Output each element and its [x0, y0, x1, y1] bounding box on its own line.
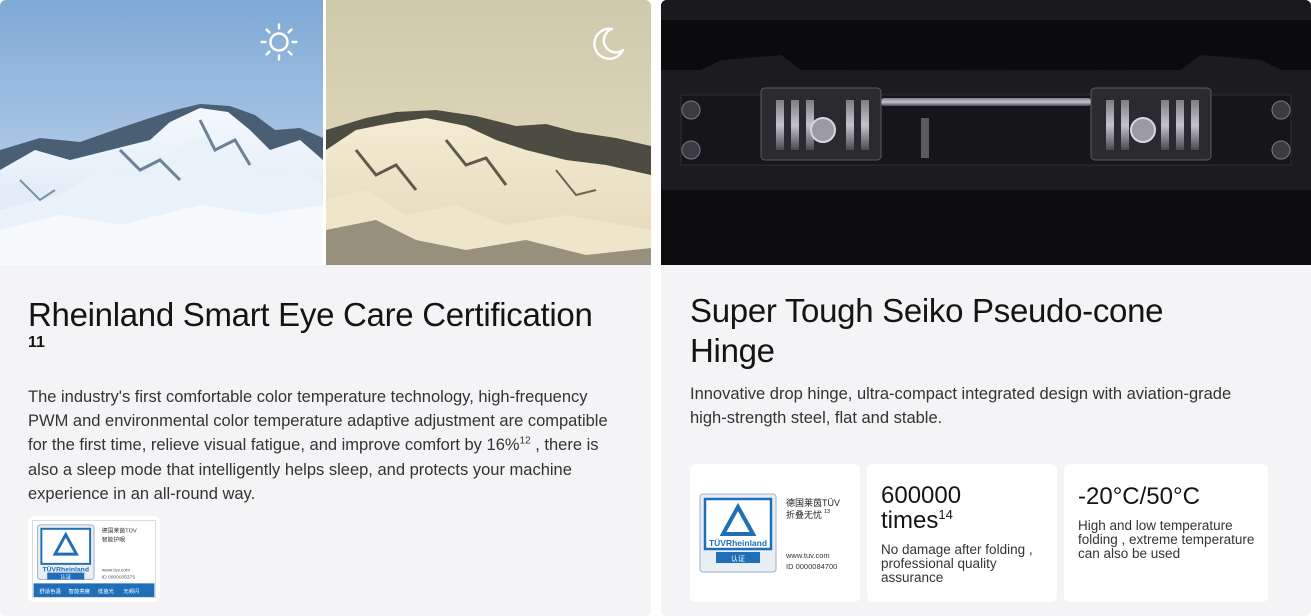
- badge-footer-1: 舒适色温: [39, 587, 61, 595]
- folding-count-unit-wrap: times14: [881, 508, 953, 534]
- badge-url: www.tuv.com: [102, 568, 130, 574]
- badge-footer-3: 低蓝光: [98, 587, 115, 595]
- badge-url: www.tuv.com: [785, 551, 830, 560]
- badge-line1: 德国莱茵TÜV: [786, 497, 840, 508]
- badge-footnote-13: 13: [824, 509, 830, 515]
- badge-id: ID 0000035375: [102, 574, 136, 580]
- temperature-range-desc: High and low temperature folding , extre…: [1078, 518, 1255, 561]
- footnote-14: 14: [938, 507, 953, 522]
- footnote-12: 12: [519, 435, 531, 447]
- tuv-brand-text: TÜVRheinland: [709, 538, 767, 548]
- tuv-stamp-text: 认证: [60, 572, 71, 580]
- eye-care-description: The industry's first comfortable color t…: [28, 385, 628, 506]
- eye-care-card: Rheinland Smart Eye Care Certification 1…: [0, 0, 651, 616]
- folding-count-value: 600000: [881, 482, 962, 509]
- hinge-title: Super Tough Seiko Pseudo-cone Hinge: [690, 292, 1164, 369]
- badge-footer-4: 无频闪: [123, 587, 139, 595]
- temperature-range-value: -20°C/50°C: [1078, 483, 1200, 510]
- badge-footer-2: 智能亮度: [69, 587, 91, 595]
- hinge-card: Super Tough Seiko Pseudo-cone Hinge Inno…: [661, 0, 1311, 616]
- tuv-brand-text: TÜVRheinland: [42, 565, 89, 574]
- day-mode-mountain-image: [0, 0, 323, 265]
- day-night-comparison-image: [0, 0, 651, 265]
- badge-id: ID 0000084700: [786, 562, 837, 571]
- tuv-stamp-text: 认证: [731, 554, 745, 563]
- folding-cycles-stat: 600000 times14 No damage after folding ,…: [867, 464, 1057, 602]
- badge-line2: 智能护眼: [102, 535, 125, 543]
- badge-line1: 德国莱茵TÜV: [102, 527, 137, 535]
- eye-care-title: Rheinland Smart Eye Care Certification: [28, 296, 593, 333]
- folding-count-unit: times: [881, 507, 939, 534]
- tuv-eye-care-badge: TÜVRheinland 认证 德国莱茵TÜV 智能护眼 www.tuv.com…: [28, 516, 160, 602]
- temperature-range-stat: -20°C/50°C High and low temperature fold…: [1064, 464, 1268, 602]
- sun-icon: [260, 23, 298, 61]
- hinge-mechanism-image: [661, 0, 1311, 265]
- badge-line2: 折叠无忧: [786, 509, 822, 520]
- hinge-description: Innovative drop hinge, ultra-compact int…: [690, 385, 1232, 428]
- night-mode-mountain-image: [326, 0, 651, 265]
- moon-icon: [593, 27, 625, 60]
- folding-count-desc: No damage after folding , professional q…: [881, 542, 1033, 585]
- title-footnote: 11: [28, 334, 45, 351]
- tuv-folding-badge-box: TÜVRheinland 认证 德国莱茵TÜV 折叠无忧 13 www.tuv.…: [690, 464, 860, 602]
